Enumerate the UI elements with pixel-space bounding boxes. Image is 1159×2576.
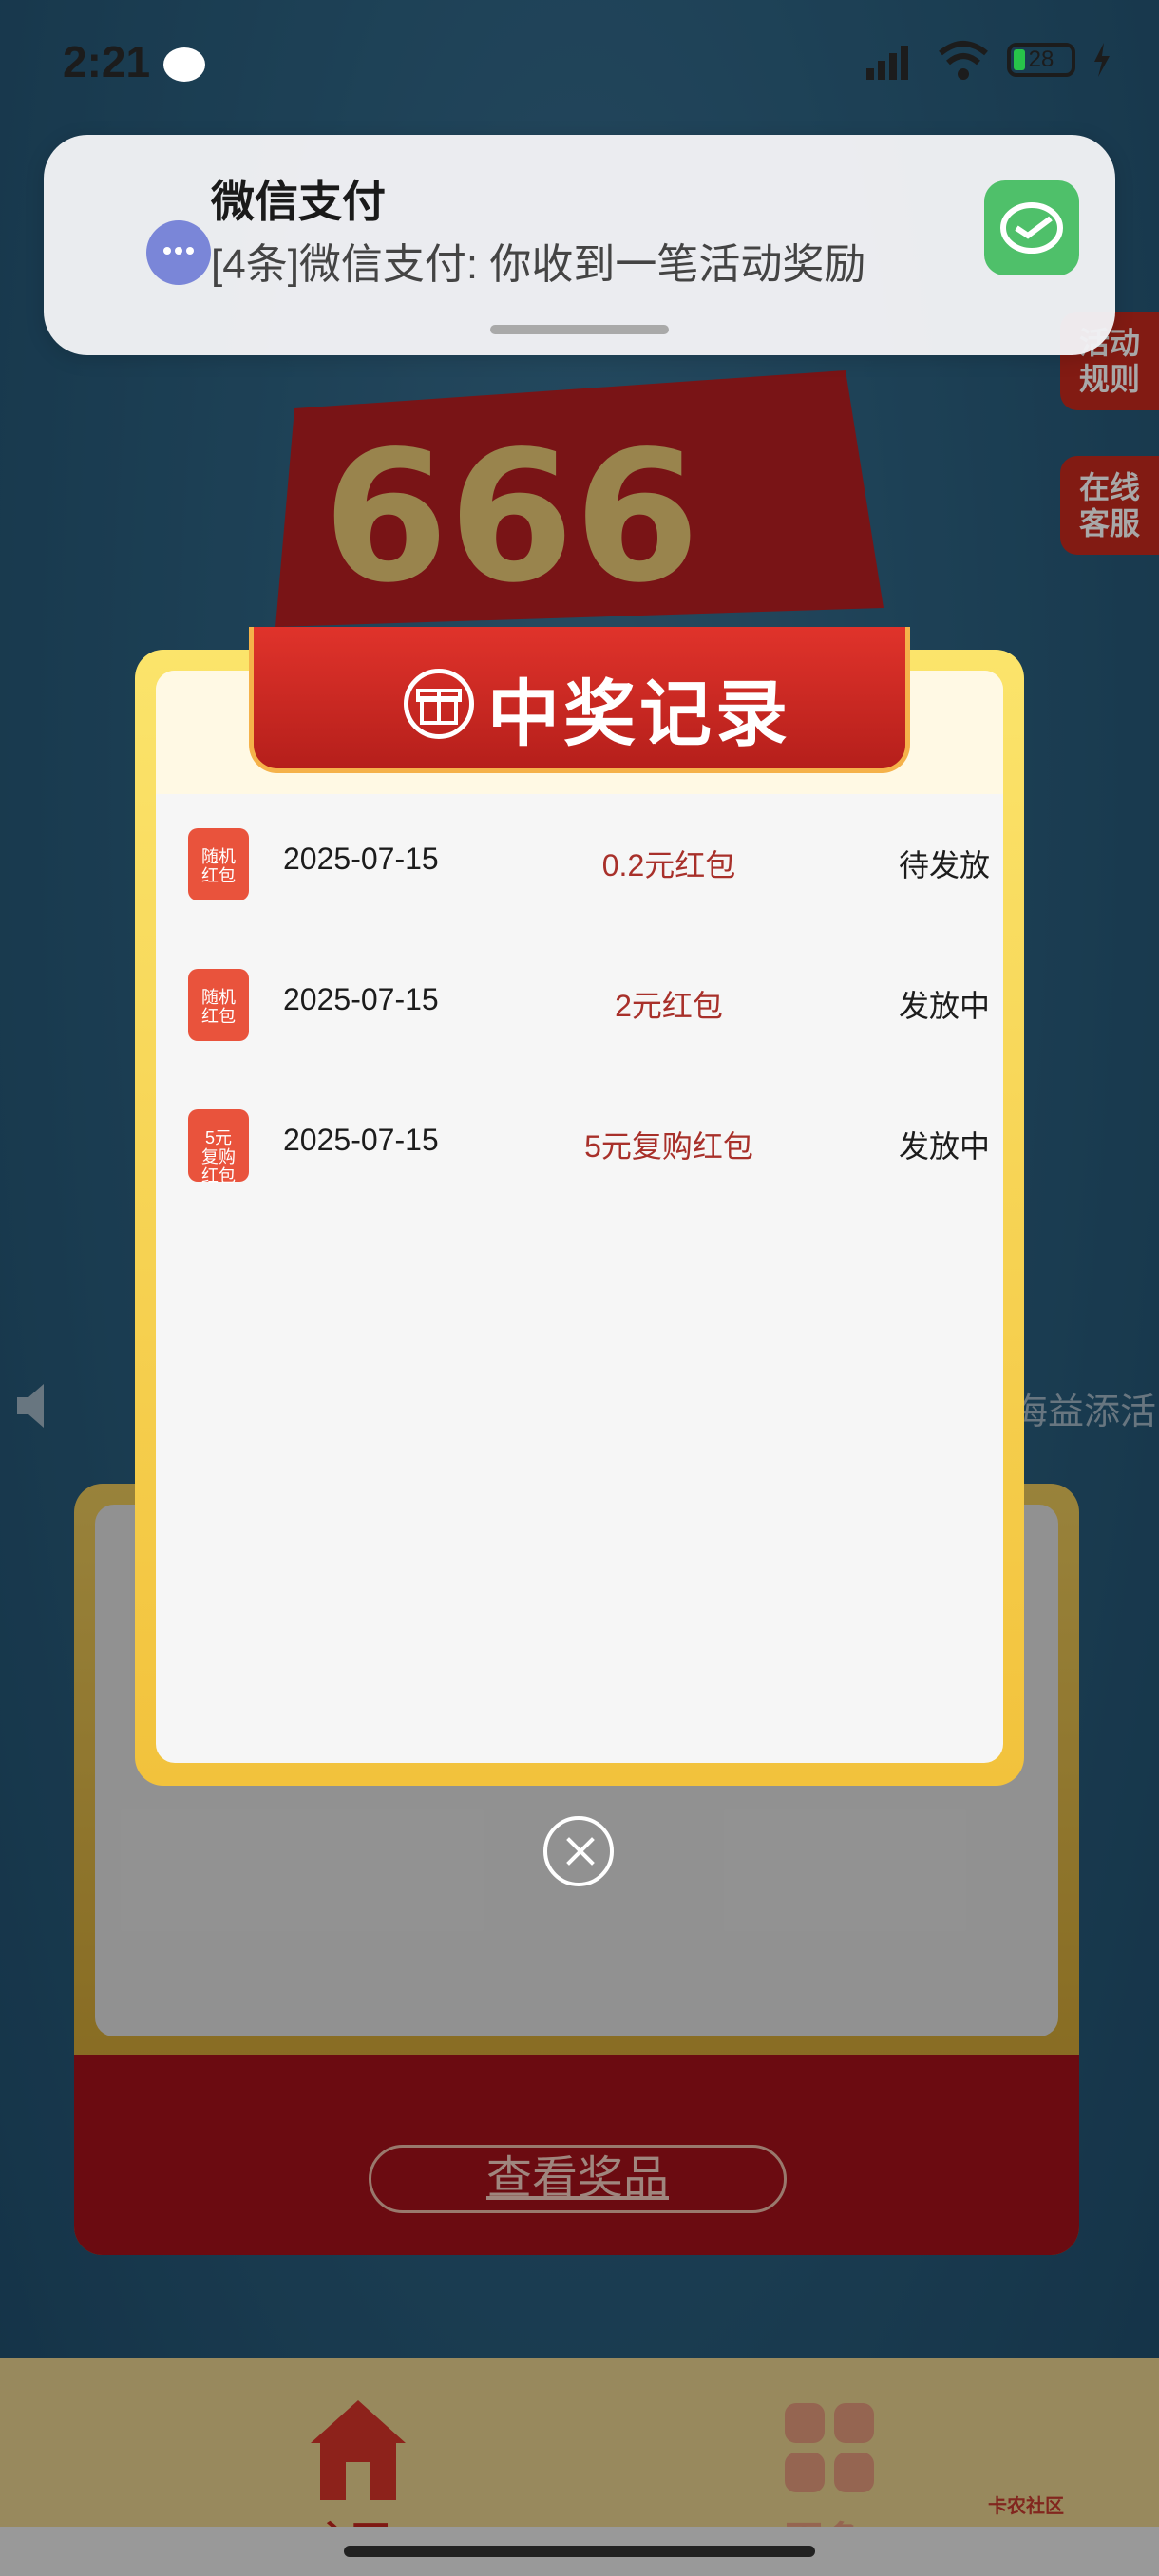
record-status: 发放中 (898, 1129, 990, 1164)
red-packet-label: 5元复购红包 (201, 1128, 236, 1185)
close-icon[interactable] (543, 1816, 614, 1886)
modal-title-banner: 中奖记录 (249, 627, 910, 773)
red-packet-label: 随机红包 (201, 988, 236, 1026)
red-packet-icon: 随机红包 (188, 969, 249, 1041)
clock: 2:21 (63, 37, 151, 86)
gift-icon (404, 669, 474, 739)
record-date: 2025-07-15 (283, 842, 439, 876)
red-packet-label: 随机红包 (201, 847, 236, 885)
record-prize: 2元红包 (615, 989, 723, 1023)
record-date: 2025-07-15 (283, 982, 439, 1016)
wechat-pay-notification[interactable]: 微信支付 [4条]微信支付: 你收到一笔活动奖励 (44, 135, 1115, 355)
charging-icon (1094, 43, 1110, 77)
message-notification-icon (163, 47, 205, 82)
battery-level: 28 (1028, 47, 1054, 72)
battery-icon: 28 (1007, 43, 1075, 77)
winning-record-modal: 随机红包 2025-07-15 0.2元红包 待发放 随机红包 2025-07-… (135, 650, 1024, 1786)
modal-title: 中奖记录 (487, 674, 791, 755)
record-status: 发放中 (898, 989, 990, 1023)
red-packet-icon: 随机红包 (188, 828, 249, 900)
record-row: 5元复购红包 2025-07-15 5元复购红包 发放中 (156, 1087, 1003, 1191)
notification-handle[interactable] (490, 325, 669, 334)
signal-icon (866, 46, 908, 80)
record-row: 随机红包 2025-07-15 2元红包 发放中 (156, 946, 1003, 1051)
wechat-pay-icon (984, 180, 1079, 275)
record-prize: 5元复购红包 (584, 1129, 753, 1164)
record-status: 待发放 (898, 848, 990, 882)
notification-body: [4条]微信支付: 你收到一笔活动奖励 (211, 241, 866, 288)
record-prize: 0.2元红包 (601, 848, 736, 882)
record-list: 随机红包 2025-07-15 0.2元红包 待发放 随机红包 2025-07-… (156, 671, 1003, 1763)
record-row: 随机红包 2025-07-15 0.2元红包 待发放 (156, 805, 1003, 910)
notification-title: 微信支付 (211, 177, 386, 226)
record-date: 2025-07-15 (283, 1123, 439, 1157)
status-bar: 2:21 28 (0, 0, 1159, 133)
wifi-icon (939, 41, 988, 80)
red-packet-icon: 5元复购红包 (188, 1109, 249, 1185)
chat-bubble-icon (146, 220, 211, 285)
home-indicator[interactable] (344, 2546, 815, 2557)
